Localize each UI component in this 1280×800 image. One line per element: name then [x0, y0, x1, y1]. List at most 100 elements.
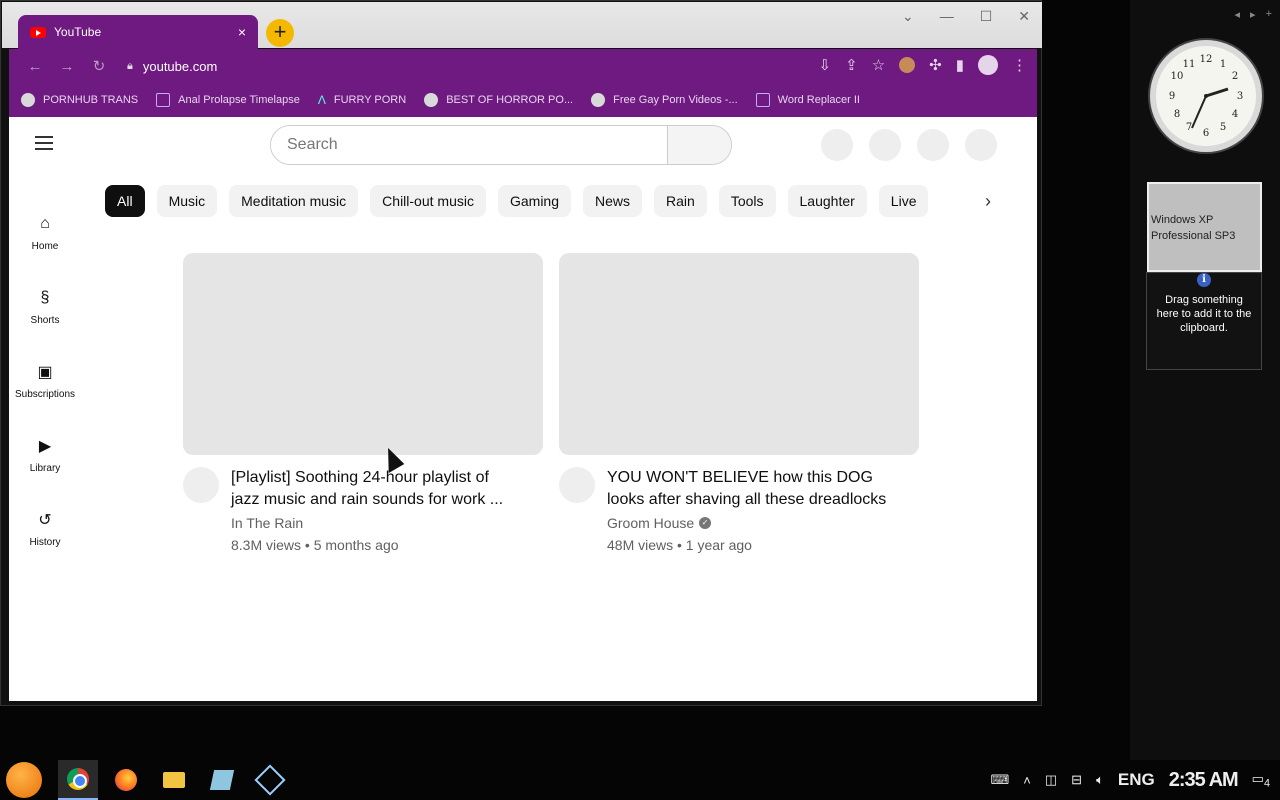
minimize-icon[interactable]: —: [940, 8, 954, 25]
bookmark-item[interactable]: BEST OF HORROR PO...: [424, 93, 573, 107]
bookmark-star-icon[interactable]: ☆: [872, 56, 885, 74]
chip-laughter[interactable]: Laughter: [787, 185, 867, 217]
keyboard-icon[interactable]: ⌨: [991, 772, 1010, 788]
globe-icon: [21, 93, 35, 107]
notepad-icon: [209, 770, 235, 790]
bookmark-label: FURRY PORN: [333, 94, 407, 106]
site-icon: [591, 93, 606, 107]
gadget-add-icon[interactable]: +: [1266, 8, 1272, 21]
side-panel-icon[interactable]: ▮: [956, 56, 964, 74]
xp-gadget[interactable]: Windows XP Professional SP3: [1147, 182, 1262, 272]
nav-subscriptions[interactable]: ▣ Subscriptions: [9, 343, 81, 417]
bookmark-item[interactable]: Λ FURRY PORN: [318, 93, 406, 107]
folder-icon: [163, 772, 185, 788]
xp-gadget-label: Windows XP Professional SP3: [1151, 214, 1236, 242]
nav-home[interactable]: ⌂ Home: [9, 195, 81, 269]
video-title[interactable]: [Playlist] Soothing 24-hour playlist of …: [231, 467, 521, 511]
nav-library[interactable]: ▶ Library: [9, 417, 81, 491]
channel-name[interactable]: Groom House ✓: [607, 515, 897, 531]
svg-text:10: 10: [1171, 71, 1184, 82]
new-tab-button[interactable]: +: [266, 19, 294, 47]
video-card[interactable]: [Playlist] Soothing 24-hour playlist of …: [183, 253, 543, 553]
chip-chill-out-music[interactable]: Chill-out music: [370, 185, 486, 217]
taskbar-firefox[interactable]: [106, 760, 146, 800]
video-card[interactable]: YOU WON'T BELIEVE how this DOG looks aft…: [559, 253, 919, 553]
video-title[interactable]: YOU WON'T BELIEVE how this DOG looks aft…: [607, 467, 897, 511]
notifications-placeholder[interactable]: [917, 129, 949, 161]
history-icon: ↺: [38, 511, 52, 529]
install-icon[interactable]: ⇩: [819, 56, 832, 74]
extension-avatar-icon[interactable]: [899, 57, 916, 73]
menu-dots-icon[interactable]: ⋮: [1012, 56, 1027, 74]
profile-avatar-icon[interactable]: [978, 55, 998, 75]
tab-strip: YouTube × + ⌄ — ☐ ✕: [2, 2, 1042, 49]
toolbar-actions: ⇩ ⇪ ☆ ✣ ▮ ⋮: [819, 55, 1027, 75]
svg-text:1: 1: [1220, 59, 1226, 70]
tab-search-icon[interactable]: ⌄: [902, 8, 914, 25]
maximize-icon[interactable]: ☐: [980, 8, 993, 25]
create-placeholder[interactable]: [869, 129, 901, 161]
share-icon[interactable]: ⇪: [845, 56, 858, 74]
gadget-controls: ◂ ▸ +: [1235, 8, 1273, 21]
nav-shorts[interactable]: § Shorts: [9, 269, 81, 343]
clock-gadget[interactable]: 12 1 2 345 678 9 10 11: [1150, 40, 1262, 152]
channel-avatar[interactable]: [559, 467, 595, 503]
chip-live[interactable]: Live: [878, 185, 929, 217]
tab-youtube[interactable]: YouTube ×: [18, 15, 258, 49]
chip-rain[interactable]: Rain: [654, 185, 707, 217]
bookmarks-bar: PORNHUB TRANS Anal Prolapse Timelapse ΛF…: [9, 83, 1037, 117]
virtualbox-icon: [254, 764, 286, 796]
taskbar-chrome[interactable]: [58, 760, 98, 800]
tray-expand-icon[interactable]: ˄: [1023, 773, 1031, 788]
chip-meditation-music[interactable]: Meditation music: [229, 185, 359, 217]
volume-icon[interactable]: 🔈︎: [1096, 772, 1104, 788]
forward-icon[interactable]: →: [55, 58, 79, 75]
taskbar-notepad[interactable]: [202, 760, 242, 800]
reload-icon[interactable]: ↻: [87, 57, 111, 75]
bookmark-item[interactable]: Anal Prolapse Timelapse: [156, 93, 300, 107]
url-text[interactable]: youtube.com: [143, 59, 217, 74]
voice-search-placeholder[interactable]: [821, 129, 853, 161]
svg-text:12: 12: [1200, 54, 1213, 65]
network-icon[interactable]: ⊟: [1071, 772, 1082, 788]
chip-news[interactable]: News: [583, 185, 643, 217]
close-window-icon[interactable]: ✕: [1018, 8, 1030, 25]
back-icon[interactable]: ←: [23, 58, 47, 75]
start-button[interactable]: [6, 762, 42, 798]
meet-icon[interactable]: ◫: [1045, 772, 1057, 788]
video-thumbnail[interactable]: [183, 253, 543, 455]
channel-avatar[interactable]: [183, 467, 219, 503]
notifications-icon[interactable]: ▭4: [1252, 771, 1270, 790]
gadget-next-icon[interactable]: ▸: [1250, 8, 1256, 21]
language-indicator[interactable]: ENG: [1118, 770, 1155, 790]
nav-label: Home: [31, 240, 59, 252]
bookmark-item[interactable]: Free Gay Porn Videos -...: [591, 93, 738, 107]
taskbar-explorer[interactable]: [154, 760, 194, 800]
bookmark-item[interactable]: PORNHUB TRANS: [21, 93, 138, 107]
firefox-icon: [115, 769, 137, 791]
search-button[interactable]: [667, 126, 731, 164]
hamburger-menu-icon[interactable]: [35, 136, 53, 154]
clipboard-gadget[interactable]: i Drag something here to add it to the c…: [1146, 272, 1262, 370]
extensions-puzzle-icon[interactable]: ✣: [929, 56, 942, 74]
chip-music[interactable]: Music: [156, 185, 218, 217]
search-input[interactable]: [271, 126, 667, 164]
chip-all[interactable]: All: [105, 185, 145, 217]
svg-text:3: 3: [1237, 91, 1243, 102]
address-bar[interactable]: 🔒︎ youtube.com: [127, 52, 867, 80]
tab-title: YouTube: [54, 25, 102, 39]
chip-gaming[interactable]: Gaming: [497, 185, 572, 217]
bookmark-item[interactable]: Word Replacer II: [755, 93, 860, 107]
tab-close-icon[interactable]: ×: [238, 24, 246, 40]
clock-time[interactable]: 2:35 AM: [1169, 769, 1239, 792]
nav-history[interactable]: ↺ History: [9, 491, 81, 565]
chrome-icon: [67, 768, 89, 790]
gadget-prev-icon[interactable]: ◂: [1235, 8, 1241, 21]
channel-name[interactable]: In The Rain: [231, 515, 521, 531]
taskbar-virtualbox[interactable]: [250, 760, 290, 800]
chevron-right-icon[interactable]: ›: [985, 191, 991, 212]
chip-tools[interactable]: Tools: [718, 185, 776, 217]
video-thumbnail[interactable]: [559, 253, 919, 455]
account-avatar[interactable]: [965, 129, 997, 161]
lock-icon[interactable]: 🔒︎: [127, 60, 133, 73]
